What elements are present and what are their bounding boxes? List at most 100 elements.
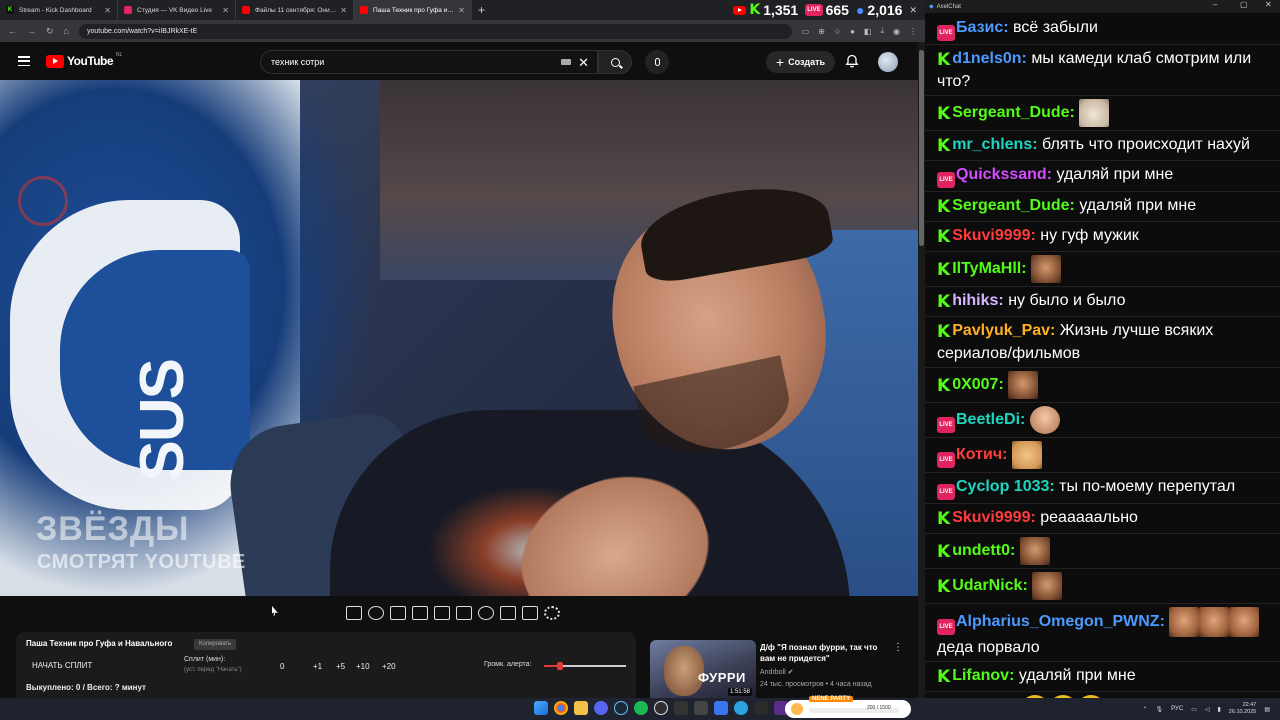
video-title[interactable]: Д/ф "Я познал фурри, так что вам не прид… — [760, 642, 886, 664]
app-icon[interactable] — [674, 701, 688, 715]
cast-icon[interactable]: ▭ — [802, 27, 810, 36]
chat-username[interactable]: hihiks: — [952, 292, 1004, 309]
menu-icon[interactable]: ⋮ — [909, 27, 917, 36]
cinema-icon[interactable] — [456, 606, 472, 620]
volume-icon[interactable]: ◁ — [1205, 706, 1210, 713]
copy-button[interactable]: Копировать — [194, 639, 237, 650]
download-icon[interactable]: ⤓ — [880, 26, 884, 36]
voice-search-button[interactable] — [645, 50, 669, 74]
chat-username[interactable]: 0X007: — [952, 376, 1004, 393]
youtube-logo[interactable]: YouTube NL — [46, 52, 122, 68]
extension-icon[interactable]: ● — [850, 27, 855, 36]
add-icon[interactable] — [500, 606, 516, 620]
alert-volume-slider[interactable] — [544, 662, 626, 670]
network-icon[interactable]: ▭ — [1191, 706, 1197, 713]
chat-username[interactable]: d1nels0n: — [952, 50, 1027, 67]
reload-icon[interactable]: ↻ — [46, 26, 54, 37]
tab-vk-studio[interactable]: Студия — VK Видео Live ✕ — [118, 0, 236, 20]
telegram-icon[interactable] — [734, 701, 748, 715]
search-input[interactable]: техник сотри ✕ — [260, 50, 598, 74]
notifications-icon[interactable]: ▤ — [1264, 706, 1270, 713]
speed-icon[interactable] — [478, 606, 494, 620]
back-icon[interactable]: ← — [8, 26, 17, 36]
chat-username[interactable]: Pavlyuk_Pav: — [952, 322, 1055, 339]
notifications-bell-icon[interactable] — [845, 54, 859, 68]
tab-youtube-active[interactable]: Паша Техник про Гуфа и Нав ✕ — [354, 0, 472, 20]
add-10-button[interactable]: +10 — [356, 662, 370, 671]
chat-username[interactable]: Skuvi9999: — [952, 227, 1036, 244]
language-indicator[interactable]: РУС — [1171, 706, 1183, 712]
maximize-icon[interactable]: ▢ — [1240, 0, 1248, 9]
chat-username[interactable]: IlTyMaHll: — [952, 260, 1026, 277]
home-icon[interactable]: ⌂ — [64, 26, 69, 36]
create-button[interactable]: + Создать — [766, 51, 835, 73]
chat-username[interactable]: Cyclop 1033: — [956, 478, 1055, 495]
tab-kick-dashboard[interactable]: K Stream - Kick Dashboard ✕ — [0, 0, 118, 20]
chat-username[interactable]: BeetleDi: — [956, 411, 1025, 428]
windows-start-icon[interactable] — [534, 701, 548, 715]
chat-username[interactable]: Базис: — [956, 19, 1009, 36]
channel-name[interactable]: Andrboll ✔ — [760, 668, 794, 676]
chrome-icon[interactable] — [554, 701, 568, 715]
star-icon[interactable]: ☆ — [834, 27, 841, 36]
chat-username[interactable]: UdarNick: — [952, 577, 1028, 594]
add-20-button[interactable]: +20 — [382, 662, 396, 671]
add-5-button[interactable]: +5 — [336, 662, 345, 671]
chat-username[interactable]: Котич: — [956, 446, 1007, 463]
new-tab-button[interactable]: + — [478, 3, 485, 17]
close-icon[interactable]: ✕ — [340, 6, 347, 15]
split-minutes-value[interactable]: 0 — [280, 662, 284, 671]
chat-username[interactable]: Lifanov: — [952, 667, 1014, 684]
screenshot-audio-icon[interactable] — [390, 606, 406, 620]
profile-icon[interactable]: ◉ — [893, 27, 900, 36]
close-icon[interactable]: ✕ — [909, 5, 917, 16]
video-thumbnail[interactable]: ФУРРИ 1:51:58 — [650, 640, 756, 698]
zoom-icon[interactable]: ⊕ — [818, 27, 825, 36]
app-icon[interactable] — [694, 701, 708, 715]
pip-icon[interactable] — [434, 606, 450, 620]
app-icon[interactable] — [754, 701, 768, 715]
chat-username[interactable]: mr_chlens: — [952, 136, 1037, 153]
battery-icon[interactable]: ▮ — [1217, 706, 1220, 713]
add-1-button[interactable]: +1 — [313, 662, 322, 671]
chat-username[interactable]: undett0: — [952, 542, 1015, 559]
steam-icon[interactable] — [614, 701, 628, 715]
obs-icon[interactable] — [654, 701, 668, 715]
minimize-icon[interactable]: – — [1213, 0, 1217, 9]
page-scrollbar[interactable] — [918, 42, 925, 698]
chat-username[interactable]: Quickssand: — [956, 166, 1052, 183]
close-icon[interactable]: ✕ — [222, 6, 229, 15]
broadcast-icon[interactable] — [368, 606, 384, 620]
goal-widget[interactable]: NENE PARTY 200 / 1500 — [785, 696, 911, 718]
clip-icon[interactable] — [412, 606, 428, 620]
close-icon[interactable]: ✕ — [104, 6, 111, 15]
close-icon[interactable]: ✕ — [1265, 0, 1272, 9]
loop-icon[interactable] — [346, 606, 362, 620]
recommended-video[interactable]: ФУРРИ 1:51:58 Д/ф "Я познал фурри, так ч… — [650, 640, 910, 698]
gear-icon[interactable] — [544, 606, 560, 620]
microphone-icon[interactable]: 🎙 — [1156, 706, 1164, 713]
extensions-icon[interactable]: ◧ — [864, 27, 872, 36]
tab-youtube-files[interactable]: Файлы 11 сентября: Они могли ✕ — [236, 0, 354, 20]
discord-icon[interactable] — [594, 701, 608, 715]
chat-username[interactable]: Alpharius_Omegon_PWNZ: — [956, 613, 1165, 630]
explorer-icon[interactable] — [574, 701, 588, 715]
start-split-button[interactable]: НАЧАТЬ СПЛИТ — [32, 661, 92, 670]
scrollbar-thumb[interactable] — [919, 50, 924, 246]
chat-username[interactable]: Skuvi9999: — [952, 509, 1036, 526]
menu-icon[interactable] — [18, 56, 30, 66]
forward-icon[interactable]: → — [27, 26, 36, 36]
chat-username[interactable]: Sergeant_Dude: — [952, 104, 1075, 121]
close-icon[interactable]: ✕ — [458, 6, 465, 15]
clear-search-icon[interactable]: ✕ — [578, 55, 589, 71]
camera-icon[interactable] — [522, 606, 538, 620]
search-button[interactable] — [598, 50, 632, 74]
url-input[interactable]: youtube.com/watch?v=iIBJRkXE-tE — [78, 23, 792, 39]
more-icon[interactable]: ⋮ — [893, 642, 903, 653]
spotify-icon[interactable] — [634, 701, 648, 715]
chevron-up-icon[interactable]: ⌃ — [1143, 706, 1148, 713]
avatar[interactable] — [878, 52, 898, 72]
clock[interactable]: 22:47 26.10.2025 — [1229, 702, 1257, 716]
keyboard-icon[interactable] — [561, 59, 571, 65]
slider-knob[interactable] — [557, 662, 564, 670]
